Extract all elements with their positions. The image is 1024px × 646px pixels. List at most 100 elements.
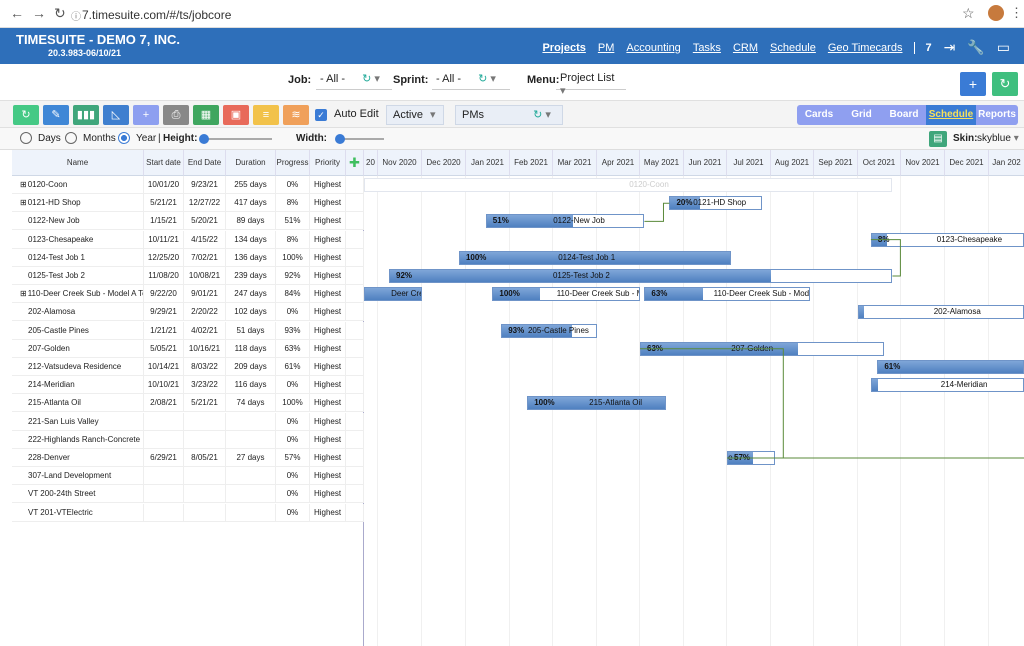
- gantt-bar[interactable]: 202-Alamosa: [858, 305, 1024, 320]
- gantt-bar[interactable]: Deer Creek S: [364, 287, 422, 302]
- table-row[interactable]: ⊞0121-HD Shop 5/21/21 12/27/22 417 days 8% Hi…: [12, 194, 364, 213]
- gantt-bar[interactable]: 100% 110-Deer Creek Sub - Model A T: [492, 287, 640, 302]
- expand-icon[interactable]: ⊞: [20, 180, 27, 189]
- tab-schedule[interactable]: Schedule: [926, 105, 976, 125]
- gantt-bar[interactable]: 214-Meridian: [870, 378, 1024, 393]
- gantt-bar[interactable]: 63% 207-Golden: [640, 341, 884, 356]
- cast-icon[interactable]: ▭: [997, 39, 1010, 56]
- menu-geo-timecards[interactable]: Geo Timecards: [828, 42, 903, 54]
- refresh-tool-button[interactable]: ↻: [13, 105, 39, 125]
- pms-select[interactable]: PMs ↻ ▾: [455, 105, 563, 125]
- height-slider[interactable]: [200, 138, 272, 140]
- print-button[interactable]: ⎙: [163, 105, 189, 125]
- menu-tasks[interactable]: Tasks: [693, 42, 721, 54]
- gantt-bar[interactable]: 100% 215-Atlanta Oil: [527, 396, 667, 411]
- skin-icon[interactable]: ▤: [929, 131, 947, 147]
- tab-board[interactable]: Board: [882, 105, 926, 125]
- wrench-icon[interactable]: 🔧: [967, 39, 984, 56]
- status-select[interactable]: Active ▾: [386, 105, 444, 125]
- gantt-bar[interactable]: 0120-Coon: [364, 178, 893, 192]
- table-row[interactable]: 205-Castle Pines 1/21/21 4/02/21 51 days 93%…: [12, 321, 364, 340]
- menu-count[interactable]: 7: [914, 41, 932, 54]
- gantt-bar[interactable]: 20% 0121-HD Shop: [669, 196, 763, 211]
- table-row[interactable]: ⊞0120-Coon 10/01/20 9/23/21 255 days 0% Highe…: [12, 176, 364, 194]
- column-header-name[interactable]: Name: [12, 150, 144, 176]
- tab-reports[interactable]: Reports: [976, 105, 1018, 125]
- refresh-button[interactable]: ↻: [992, 72, 1018, 96]
- auto-edit-checkbox[interactable]: ✓: [315, 109, 327, 121]
- table-row[interactable]: 212-Vatsudeva Residence 10/14/21 8/03/22 20…: [12, 358, 364, 376]
- gantt-bar[interactable]: 92% 0125-Test Job 2: [389, 269, 893, 283]
- gantt-bar[interactable]: 8% 0123-Chesapeake: [870, 232, 1024, 247]
- avatar[interactable]: [988, 5, 1004, 21]
- column-header-priority[interactable]: Priority: [310, 150, 346, 176]
- layers-tool-button[interactable]: ≋: [283, 105, 309, 125]
- add-task-button[interactable]: +: [133, 105, 159, 125]
- gantt-bar[interactable]: 100% 0124-Test Job 1: [458, 250, 732, 265]
- table-row[interactable]: 207-Golden 5/05/21 10/16/21 118 days 63% High…: [12, 339, 364, 358]
- skin-select[interactable]: skyblue ▾: [977, 133, 1019, 144]
- table-row[interactable]: 202-Alamosa 9/29/21 2/20/22 102 days 0% Highe…: [12, 303, 364, 322]
- sort-tool-button[interactable]: ≡: [253, 105, 279, 125]
- menu-pm[interactable]: PM: [598, 42, 615, 54]
- info-icon[interactable]: ⓘ: [71, 8, 81, 23]
- column-header-start-date[interactable]: Start date: [144, 150, 184, 176]
- gantt-bar[interactable]: 93% 205-Castle Pines: [501, 323, 597, 338]
- gantt-bar[interactable]: 61%: [877, 360, 1024, 374]
- forward-icon[interactable]: →: [32, 5, 46, 21]
- star-icon[interactable]: ☆: [962, 5, 975, 22]
- table-row[interactable]: 0124-Test Job 1 12/25/20 7/02/21 136 days 10…: [12, 248, 364, 267]
- grid-tool-button[interactable]: ▦: [193, 105, 219, 125]
- image-tool-button[interactable]: ▣: [223, 105, 249, 125]
- days-radio[interactable]: [20, 132, 32, 145]
- table-row[interactable]: 215-Atlanta Oil 2/08/21 5/21/21 74 days 100%…: [12, 394, 364, 413]
- cell-start: [144, 412, 184, 431]
- column-header-end-date[interactable]: End Date: [184, 150, 226, 176]
- columns-tool-button[interactable]: ▮▮▮: [73, 105, 99, 125]
- menu-schedule[interactable]: Schedule: [770, 42, 816, 54]
- table-row[interactable]: ⊞110-Deer Creek Sub - Model A Temp9/22/2…: [12, 285, 364, 304]
- gantt-bar[interactable]: 63% 110-Deer Creek Sub - Model A Temp: [644, 287, 810, 302]
- column-header-progress[interactable]: Progress: [276, 150, 310, 176]
- add-button[interactable]: +: [960, 72, 986, 96]
- tab-cards[interactable]: Cards: [797, 105, 841, 125]
- table-row[interactable]: 0122-New Job 1/15/21 5/20/21 89 days 51% High…: [12, 212, 364, 231]
- add-row-icon[interactable]: ✚: [346, 150, 364, 176]
- bar-label: 0122-New Job: [553, 216, 605, 226]
- year-radio[interactable]: [118, 132, 130, 145]
- expand-icon[interactable]: ⊞: [20, 289, 27, 298]
- table-row[interactable]: VT 200-24th Street 0% Highest: [12, 485, 364, 504]
- width-slider-handle[interactable]: [335, 134, 345, 144]
- chevron-down-icon: ▾: [374, 73, 380, 85]
- sprint-select[interactable]: - All - ↻ ▾: [432, 72, 510, 90]
- table-row[interactable]: 0123-Chesapeake 10/11/21 4/15/22 134 days 8%…: [12, 230, 364, 249]
- tab-grid[interactable]: Grid: [841, 105, 882, 125]
- menu-accounting[interactable]: Accounting: [626, 42, 680, 54]
- table-row[interactable]: 0125-Test Job 2 11/08/20 10/08/21 239 days 9…: [12, 267, 364, 285]
- menu-select[interactable]: Project List ▾: [556, 72, 626, 97]
- reload-icon[interactable]: ↻: [54, 5, 66, 22]
- gantt-bar[interactable]: 57%228-De: [727, 451, 776, 465]
- gantt-bar[interactable]: 51% 0122-New Job: [485, 214, 645, 229]
- table-row[interactable]: VT 201-VTElectric 0% Highest: [12, 503, 364, 522]
- expand-icon[interactable]: ⊞: [20, 198, 27, 207]
- ruler-tool-button[interactable]: ◺: [103, 105, 129, 125]
- column-header-duration[interactable]: Duration: [226, 150, 276, 176]
- months-radio[interactable]: [65, 132, 77, 145]
- back-icon[interactable]: ←: [10, 5, 24, 21]
- menu-crm[interactable]: CRM: [733, 42, 758, 54]
- edit-tool-button[interactable]: ✎: [43, 105, 69, 125]
- kebab-menu-icon[interactable]: ⋮: [1010, 5, 1023, 21]
- cell-duration: [226, 412, 276, 431]
- bar-percent: 100%: [465, 252, 487, 262]
- table-row[interactable]: 222-Highlands Ranch-Concrete 0% Highest: [12, 430, 364, 449]
- table-row[interactable]: 221-San Luis Valley 0% Highest: [12, 412, 364, 431]
- logout-icon[interactable]: ⇥: [944, 39, 956, 56]
- table-row[interactable]: 228-Denver 6/29/21 8/05/21 27 days 57% Highes…: [12, 449, 364, 467]
- address-bar[interactable]: 7.timesuite.com/#/ts/jobcore: [82, 8, 231, 22]
- table-row[interactable]: 307-Land Development 0% Highest: [12, 467, 364, 486]
- height-slider-handle[interactable]: [199, 134, 209, 144]
- table-row[interactable]: 214-Meridian 10/10/21 3/23/22 116 days 0% Hig…: [12, 376, 364, 395]
- menu-projects[interactable]: Projects: [542, 42, 585, 54]
- job-select[interactable]: - All - ↻ ▾: [316, 72, 392, 90]
